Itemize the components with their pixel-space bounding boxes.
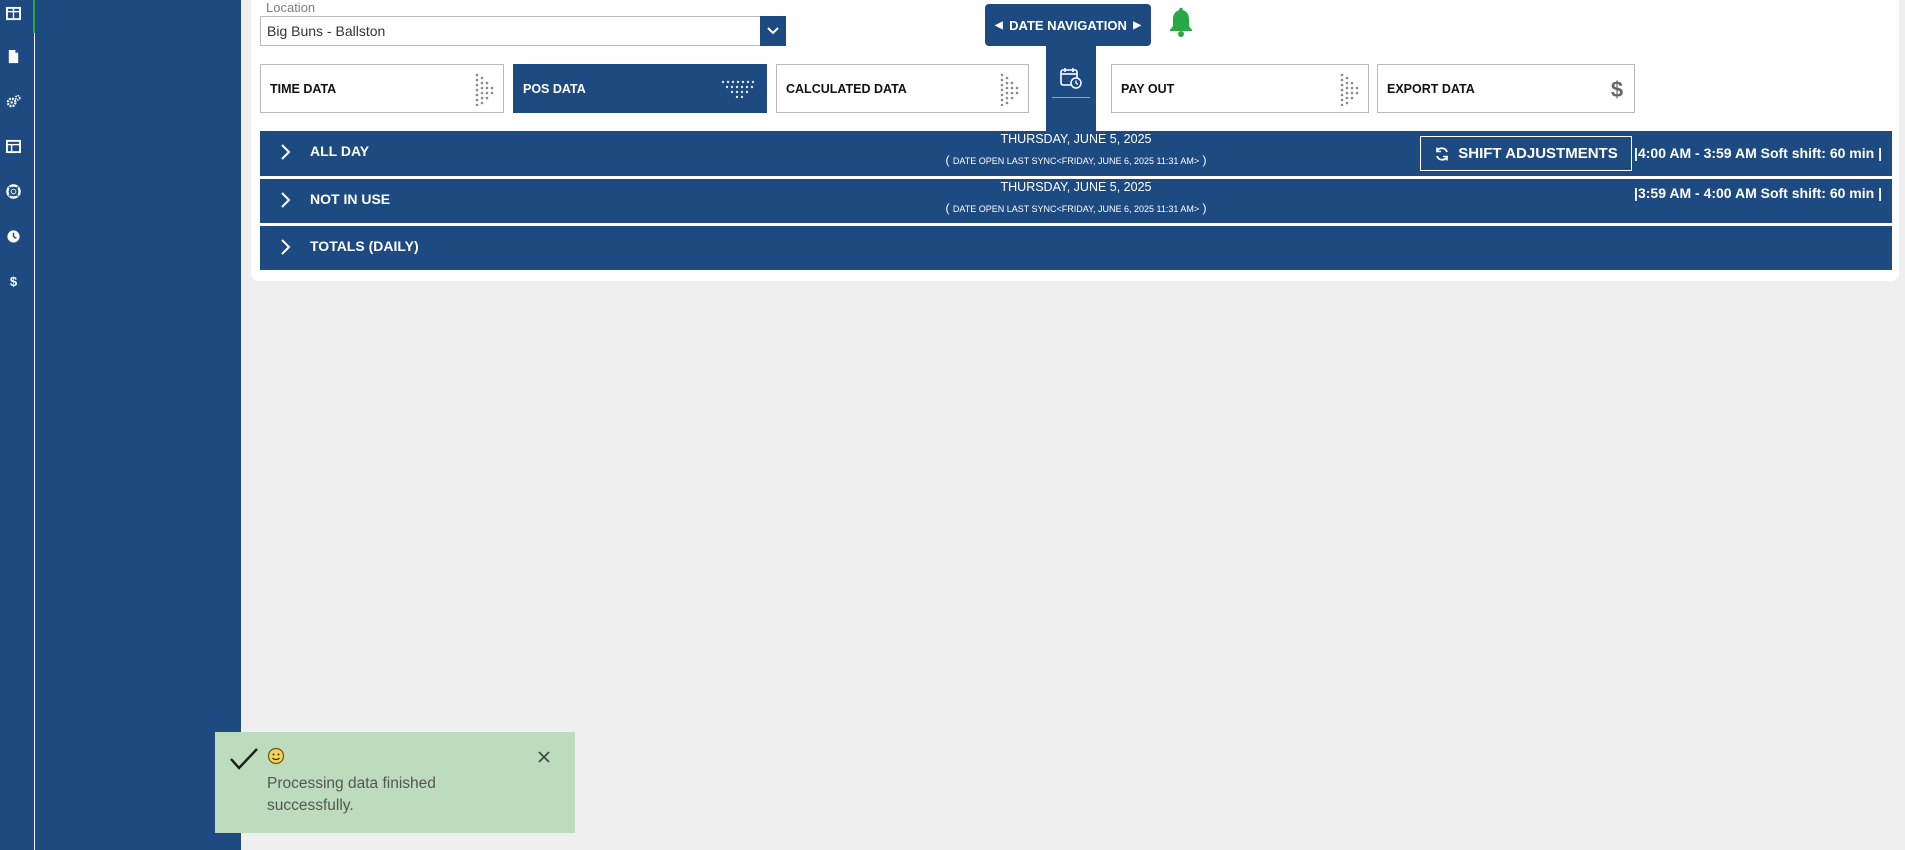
row-totals-daily[interactable]: TOTALS (DAILY) [260, 226, 1892, 270]
chevron-down-icon [767, 27, 779, 35]
row-shift-info: |4:00 AM - 3:59 AM Soft shift: 60 min | [1634, 145, 1882, 161]
row-sync: ( DATE OPEN LAST SYNC<FRIDAY, JUNE 6, 20… [945, 201, 1207, 215]
row-shift-info: |3:59 AM - 4:00 AM Soft shift: 60 min | [1634, 185, 1882, 201]
row-date: THURSDAY, JUNE 5, 2025 [1000, 132, 1152, 146]
checkmark-icon [230, 748, 258, 770]
refresh-icon [1436, 146, 1449, 161]
tab-pos-data[interactable]: POS DATA [513, 64, 767, 113]
tab-label: TIME DATA [270, 81, 337, 96]
settings-icon[interactable] [0, 88, 26, 114]
tabs-divider-right [1096, 46, 1102, 132]
tab-pay-out[interactable]: PAY OUT [1111, 64, 1369, 113]
row-sync-text: DATE OPEN LAST SYNC<FRIDAY, JUNE 6, 2025… [952, 156, 1200, 166]
date-navigation-label: DATE NAVIGATION [1009, 17, 1127, 33]
dollar-icon: $ [1611, 77, 1623, 101]
location-label: Location [266, 0, 316, 15]
tab-label: EXPORT DATA [1387, 81, 1475, 96]
smiley-icon [267, 747, 285, 765]
success-toast: Processing data finished successfully. [215, 732, 575, 833]
location-select[interactable]: Big Buns - Ballston [260, 16, 786, 46]
table-icon[interactable] [0, 133, 26, 159]
row-sync-text: DATE OPEN LAST SYNC<FRIDAY, JUNE 6, 2025… [952, 204, 1200, 214]
bell-icon[interactable] [1166, 7, 1196, 39]
calendar-underline [1052, 97, 1090, 98]
svg-text:$: $ [9, 274, 17, 289]
row-title: TOTALS (DAILY) [310, 238, 419, 254]
shift-adjustments-button[interactable]: SHIFT ADJUSTMENTS [1420, 136, 1632, 171]
close-icon[interactable] [537, 750, 551, 764]
calendar-clock-button[interactable] [1052, 60, 1090, 96]
date-navigation: ◀ DATE NAVIGATION ▶ [985, 4, 1151, 46]
icon-rail: $ [0, 0, 35, 850]
tab-label: POS DATA [523, 81, 586, 96]
tab-export-data[interactable]: EXPORT DATA $ [1377, 64, 1635, 113]
down-dots-icon [721, 80, 755, 98]
tab-calculated-data[interactable]: CALCULATED DATA [776, 64, 1029, 113]
tabs-divider-left [1040, 46, 1046, 132]
document-icon[interactable] [0, 43, 26, 69]
tab-label: CALCULATED DATA [786, 81, 907, 96]
toast-message: Processing data finished successfully. [267, 775, 436, 814]
tab-time-data[interactable]: TIME DATA [260, 64, 504, 113]
row-not-in-use[interactable]: NOT IN USE THURSDAY, JUNE 5, 2025 ( DATE… [260, 179, 1892, 223]
chevron-right-icon [281, 239, 291, 255]
dashboard-icon[interactable] [0, 0, 26, 26]
location-dropdown-button[interactable] [760, 16, 786, 46]
caret-right-icon[interactable]: ▶ [1133, 20, 1141, 31]
shift-adjustments-label: SHIFT ADJUSTMENTS [1458, 145, 1618, 162]
row-all-day[interactable]: ALL DAY THURSDAY, JUNE 5, 2025 ( DATE OP… [260, 131, 1892, 176]
sidebar-panel [35, 0, 241, 850]
play-dots-icon [475, 73, 494, 106]
svg-text:$: $ [1611, 77, 1623, 101]
play-dots-icon [1000, 73, 1019, 106]
caret-left-icon[interactable]: ◀ [995, 20, 1003, 31]
tab-label: PAY OUT [1121, 81, 1175, 96]
support-icon[interactable] [0, 178, 26, 204]
calendar-clock-icon [1060, 68, 1082, 89]
location-value: Big Buns - Ballston [267, 23, 386, 39]
play-dots-icon [1340, 73, 1359, 106]
dollar-icon[interactable]: $ [0, 268, 26, 294]
clock-icon[interactable] [0, 223, 26, 249]
